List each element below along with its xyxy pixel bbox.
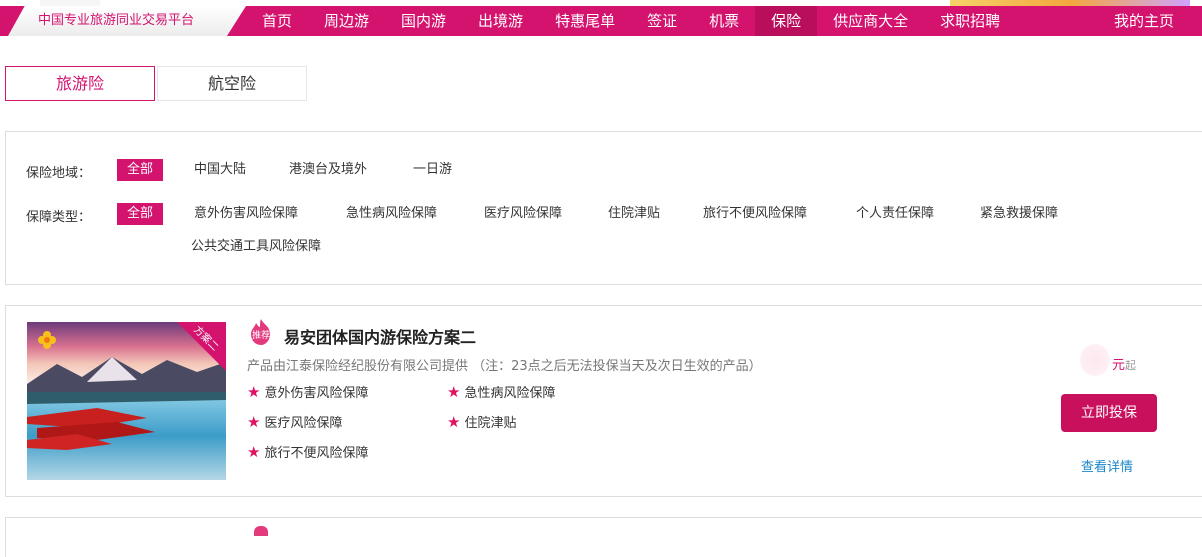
star-icon: ★ xyxy=(447,383,461,401)
nav-item-domestic[interactable]: 国内游 xyxy=(385,6,462,36)
my-home-link[interactable]: 我的主页 xyxy=(1114,6,1174,36)
type-chip-accident[interactable]: 意外伤害风险保障 xyxy=(194,203,298,225)
nav-item-jobs[interactable]: 求职招聘 xyxy=(924,6,1016,36)
filter-panel: 保险地域： 全部 中国大陆 港澳台及境外 一日游 保障类型： 全部 意外伤害风险… xyxy=(5,131,1202,285)
star-icon: ★ xyxy=(247,383,261,401)
nav-item-outbound[interactable]: 出境游 xyxy=(462,6,539,36)
tab-flight-insurance[interactable]: 航空险 xyxy=(157,66,307,101)
flame-badge-icon xyxy=(254,526,268,536)
region-filter-label: 保险地域： xyxy=(26,166,92,181)
feature-item: ★ 意外伤害风险保障 xyxy=(247,383,369,401)
nav-item-suppliers[interactable]: 供应商大全 xyxy=(817,6,924,36)
nav-item-flights[interactable]: 机票 xyxy=(693,6,755,36)
region-chip-day-trip[interactable]: 一日游 xyxy=(413,159,452,181)
buy-now-button[interactable]: 立即投保 xyxy=(1061,394,1157,432)
type-chip-emergency-rescue[interactable]: 紧急救援保障 xyxy=(980,203,1058,225)
product-card-next xyxy=(5,517,1202,557)
top-bar: 中国专业旅游同业交易平台 首页 周边游 国内游 出境游 特惠尾单 签证 机票 保… xyxy=(0,0,1202,36)
nav-item-visa[interactable]: 签证 xyxy=(631,6,693,36)
region-chip-hk-macau-taiwan-overseas[interactable]: 港澳台及境外 xyxy=(289,159,367,181)
view-details-link[interactable]: 查看详情 xyxy=(1081,456,1133,475)
nav-item-deals[interactable]: 特惠尾单 xyxy=(539,6,631,36)
main-nav: 首页 周边游 国内游 出境游 特惠尾单 签证 机票 保险 供应商大全 求职招聘 xyxy=(246,6,1016,36)
product-provider-note: 产品由江泰保险经纪股份有限公司提供 （注：23点之后无法投保当天及次日生效的产品… xyxy=(247,359,762,374)
product-card: 方案二 推荐 易安团体国内游保险方案二 产品由江泰保险经纪股份有限公司提供 （注… xyxy=(5,305,1202,497)
recommend-badge-text: 推荐 xyxy=(251,331,270,341)
type-chip-travel-inconvenience[interactable]: 旅行不便风险保障 xyxy=(703,203,807,225)
type-chip-personal-liability[interactable]: 个人责任保障 xyxy=(856,203,934,225)
feature-item: ★ 医疗风险保障 xyxy=(247,413,343,431)
nav-item-nearby[interactable]: 周边游 xyxy=(308,6,385,36)
type-chip-public-transport[interactable]: 公共交通工具风险保障 xyxy=(191,236,321,258)
feature-item: ★ 旅行不便风险保障 xyxy=(247,443,369,461)
region-chip-all[interactable]: 全部 xyxy=(117,159,164,181)
product-thumbnail[interactable]: 方案二 xyxy=(27,322,226,480)
feature-item: ★ 急性病风险保障 xyxy=(447,383,556,401)
flame-badge-icon: 推荐 xyxy=(248,318,274,346)
type-chip-all[interactable]: 全部 xyxy=(117,203,164,225)
nav-item-home[interactable]: 首页 xyxy=(246,6,308,36)
type-chip-medical[interactable]: 医疗风险保障 xyxy=(484,203,562,225)
type-filter-label: 保障类型： xyxy=(26,210,92,225)
feature-item: ★ 住院津贴 xyxy=(447,413,517,431)
site-slogan: 中国专业旅游同业交易平台 xyxy=(38,13,195,28)
star-icon: ★ xyxy=(247,443,261,461)
nav-item-insurance[interactable]: 保险 xyxy=(755,6,818,36)
type-chip-hospital-allowance[interactable]: 住院津贴 xyxy=(608,203,660,225)
type-chip-acute-illness[interactable]: 急性病风险保障 xyxy=(346,203,437,225)
region-chip-mainland[interactable]: 中国大陆 xyxy=(194,159,246,181)
star-icon: ★ xyxy=(447,413,461,431)
flower-icon xyxy=(38,331,56,349)
price-placeholder xyxy=(1080,344,1110,376)
product-title[interactable]: 易安团体国内游保险方案二 xyxy=(284,324,476,348)
tab-travel-insurance[interactable]: 旅游险 xyxy=(5,66,155,101)
star-icon: ★ xyxy=(247,413,261,431)
price-unit: 元起 xyxy=(1112,358,1137,373)
slogan-tab: 中国专业旅游同业交易平台 xyxy=(8,6,246,36)
price-suffix: 起 xyxy=(1125,359,1137,372)
